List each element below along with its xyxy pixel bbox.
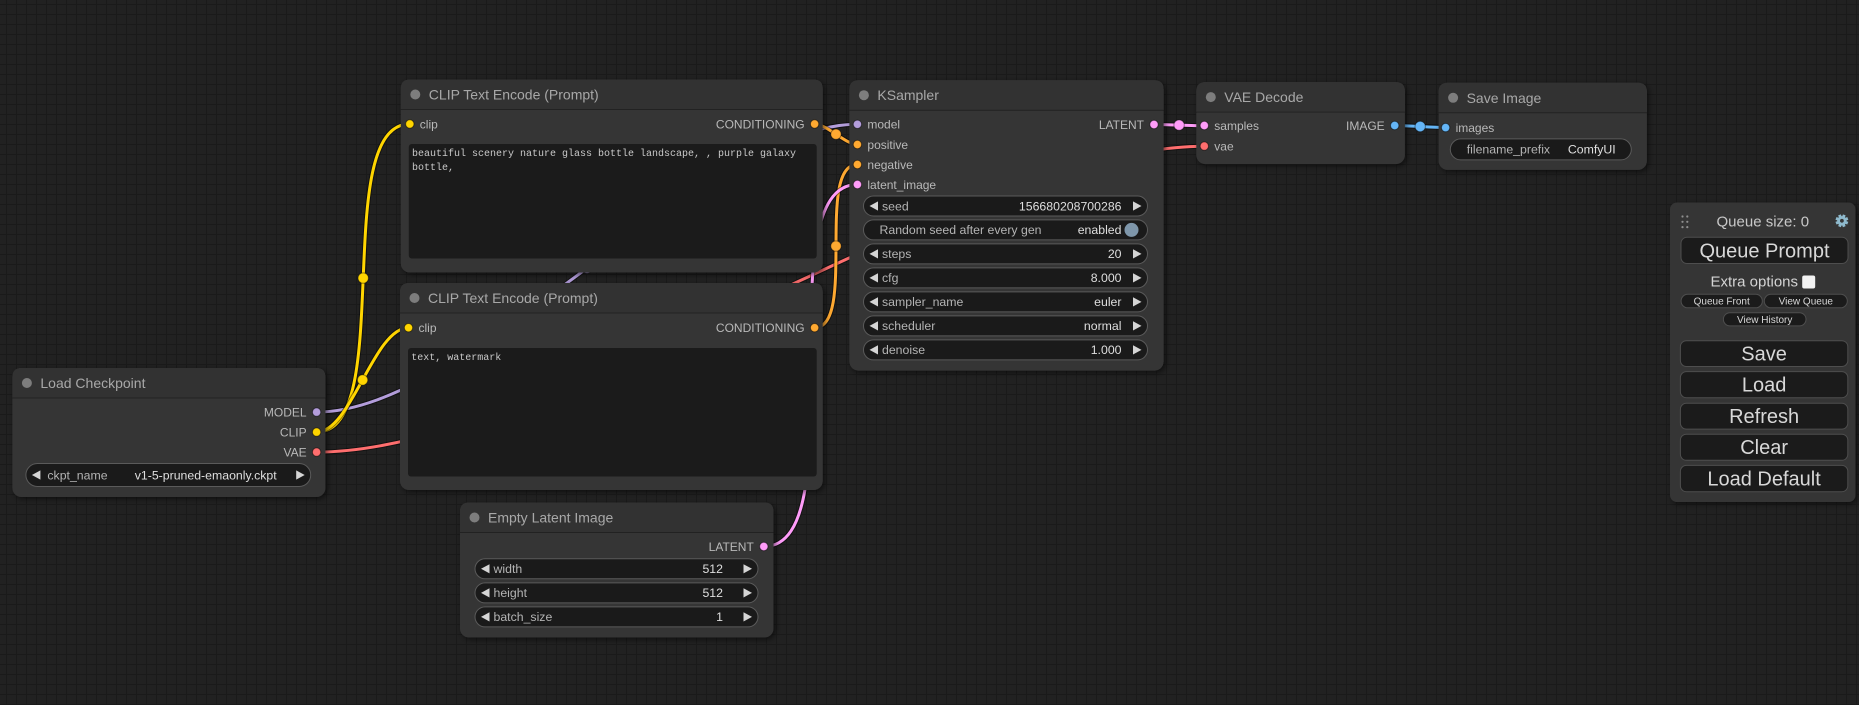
svg-text:Random seed after every gen: Random seed after every gen <box>880 223 1042 237</box>
svg-text:latent_image: latent_image <box>867 178 936 192</box>
svg-text:CLIP Text Encode (Prompt): CLIP Text Encode (Prompt) <box>429 87 599 103</box>
svg-text:Queue Front: Queue Front <box>1694 297 1750 308</box>
svg-text:beautiful scenery nature glass: beautiful scenery nature glass bottle la… <box>412 148 796 160</box>
svg-text:model: model <box>867 118 900 132</box>
svg-text:Extra options: Extra options <box>1710 274 1798 291</box>
svg-text:width: width <box>493 562 523 576</box>
svg-text:CONDITIONING: CONDITIONING <box>716 117 805 131</box>
svg-text:8.000: 8.000 <box>1091 271 1122 285</box>
svg-text:KSampler: KSampler <box>877 87 939 103</box>
svg-text:steps: steps <box>882 247 911 261</box>
svg-text:clip: clip <box>420 117 438 131</box>
svg-text:VAE Decode: VAE Decode <box>1224 89 1303 105</box>
svg-text:batch_size: batch_size <box>494 610 553 624</box>
svg-text:VAE: VAE <box>283 445 306 459</box>
svg-text:positive: positive <box>867 138 908 152</box>
svg-text:Queue size: 0: Queue size: 0 <box>1717 213 1810 230</box>
svg-text:1.000: 1.000 <box>1091 343 1122 357</box>
svg-text:View History: View History <box>1737 315 1792 326</box>
svg-text:seed: seed <box>882 199 909 213</box>
svg-text:Refresh: Refresh <box>1729 406 1799 428</box>
svg-text:v1-5-pruned-emaonly.ckpt: v1-5-pruned-emaonly.ckpt <box>135 468 278 482</box>
svg-text:clip: clip <box>419 321 437 335</box>
svg-text:Load: Load <box>1742 375 1787 397</box>
svg-text:euler: euler <box>1094 295 1121 309</box>
svg-text:sampler_name: sampler_name <box>882 295 963 309</box>
svg-text:vae: vae <box>1214 139 1234 153</box>
svg-text:512: 512 <box>702 586 723 600</box>
svg-text:images: images <box>1456 121 1495 135</box>
svg-text:scheduler: scheduler <box>882 319 935 333</box>
svg-text:cfg: cfg <box>882 271 899 285</box>
svg-text:samples: samples <box>1214 119 1259 133</box>
svg-text:CLIP: CLIP <box>280 425 307 439</box>
svg-text:Empty Latent Image: Empty Latent Image <box>488 510 614 526</box>
svg-text:1: 1 <box>716 610 723 624</box>
svg-text:text, watermark: text, watermark <box>411 352 501 364</box>
svg-text:LATENT: LATENT <box>709 540 755 554</box>
svg-text:height: height <box>494 586 528 600</box>
svg-text:IMAGE: IMAGE <box>1346 119 1385 133</box>
svg-text:enabled: enabled <box>1078 223 1122 237</box>
svg-text:normal: normal <box>1084 319 1122 333</box>
svg-text:CLIP Text Encode (Prompt): CLIP Text Encode (Prompt) <box>428 290 598 306</box>
svg-text:Clear: Clear <box>1740 437 1788 459</box>
svg-text:Load Default: Load Default <box>1707 469 1821 491</box>
svg-text:View Queue: View Queue <box>1779 297 1834 308</box>
svg-text:512: 512 <box>702 562 723 576</box>
svg-text:156680208700286: 156680208700286 <box>1019 199 1122 213</box>
svg-text:Queue Prompt: Queue Prompt <box>1699 240 1830 262</box>
svg-text:Save Image: Save Image <box>1467 90 1542 106</box>
svg-text:LATENT: LATENT <box>1099 118 1145 132</box>
svg-text:CONDITIONING: CONDITIONING <box>716 321 805 335</box>
svg-text:Save: Save <box>1741 344 1787 366</box>
svg-text:MODEL: MODEL <box>264 405 307 419</box>
svg-text:ckpt_name: ckpt_name <box>47 468 107 482</box>
svg-text:bottle,: bottle, <box>412 162 454 174</box>
svg-text:denoise: denoise <box>882 343 925 357</box>
svg-text:filename_prefix: filename_prefix <box>1467 143 1551 157</box>
svg-text:20: 20 <box>1108 247 1122 261</box>
svg-text:Load Checkpoint: Load Checkpoint <box>40 375 145 391</box>
svg-text:negative: negative <box>867 158 913 172</box>
svg-text:ComfyUI: ComfyUI <box>1568 143 1616 157</box>
